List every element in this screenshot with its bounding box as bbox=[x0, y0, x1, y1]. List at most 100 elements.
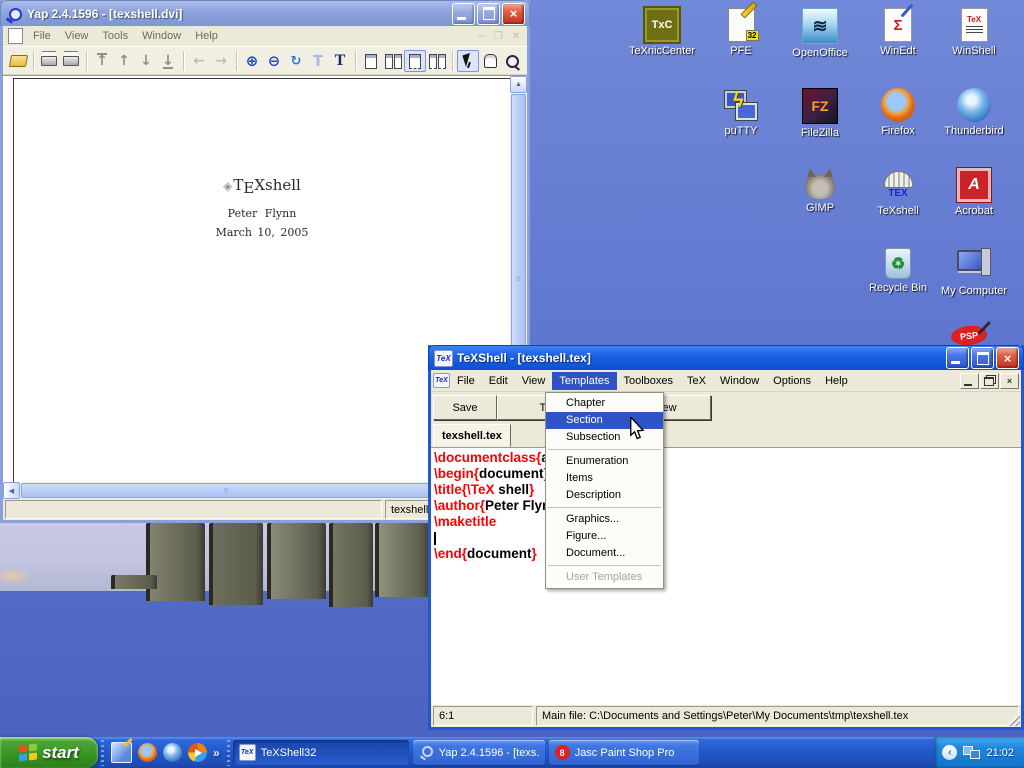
select-tool-icon[interactable] bbox=[457, 50, 479, 72]
desktop-icon-pfe[interactable]: 32PFE bbox=[705, 8, 777, 57]
minimize-icon bbox=[951, 361, 960, 364]
taskbar-divider bbox=[101, 740, 104, 766]
menu-separator bbox=[548, 449, 661, 450]
task-button-texshell[interactable]: TeXTeXShell32 bbox=[233, 740, 409, 765]
menu-tools[interactable]: Tools bbox=[95, 27, 135, 45]
desktop-icon-gimp[interactable]: GIMP bbox=[784, 168, 856, 214]
forward-icon[interactable] bbox=[210, 50, 232, 72]
tray-chevron-button[interactable]: ‹ bbox=[942, 745, 957, 760]
text-mode-icon[interactable] bbox=[329, 50, 351, 72]
minimize-button[interactable] bbox=[452, 3, 475, 25]
mdi-close-button[interactable]: × bbox=[1000, 373, 1019, 389]
menu-toolboxes[interactable]: Toolboxes bbox=[617, 372, 681, 390]
desktop-icon-acrobat[interactable]: AAcrobat bbox=[938, 168, 1010, 217]
code-segment: \author{ bbox=[434, 498, 485, 513]
desktop-icon-winedt[interactable]: ΣWinEdt bbox=[862, 8, 934, 57]
menu-separator bbox=[548, 565, 661, 566]
yap-titlebar[interactable]: Yap 2.4.1596 - [texshell.dvi] × bbox=[0, 0, 530, 26]
menu-item-figure[interactable]: Figure... bbox=[546, 528, 663, 545]
desktop-icon-texshell[interactable]: TEXTeXshell bbox=[862, 168, 934, 217]
desktop-icon-texniccenter[interactable]: TxCTeXnicCenter bbox=[626, 8, 698, 57]
menu-item-chapter[interactable]: Chapter bbox=[546, 395, 663, 412]
task-button-psp[interactable]: 8Jasc Paint Shop Pro bbox=[549, 740, 699, 765]
menu-item-user-templates[interactable]: User Templates bbox=[546, 569, 663, 586]
show-desktop-quicklaunch-icon[interactable] bbox=[111, 742, 132, 763]
network-tray-icon[interactable] bbox=[963, 746, 980, 759]
magnifier-tool-icon[interactable] bbox=[501, 50, 523, 72]
menu-window[interactable]: Window bbox=[713, 372, 766, 390]
texshell-logo-icon: ◈ bbox=[223, 179, 232, 193]
scroll-left-button[interactable]: ◀ bbox=[3, 482, 20, 499]
quicklaunch-overflow-chevron[interactable]: » bbox=[213, 746, 220, 760]
open-icon[interactable] bbox=[7, 50, 29, 72]
toolbar-group bbox=[457, 50, 523, 72]
continuous-icon[interactable] bbox=[404, 50, 426, 72]
desktop-icon-openoffice[interactable]: ≋OpenOffice bbox=[784, 8, 856, 59]
prev-page-icon[interactable] bbox=[113, 50, 135, 72]
print-icon[interactable] bbox=[38, 50, 60, 72]
desktop-icon-firefox[interactable]: Firefox bbox=[862, 88, 934, 137]
texshell-titlebar[interactable]: TeX TeXShell - [texshell.tex] × bbox=[428, 345, 1024, 370]
mdi-restore-button[interactable] bbox=[980, 373, 999, 389]
maximize-button[interactable] bbox=[477, 3, 500, 25]
menu-templates[interactable]: Templates bbox=[552, 372, 616, 390]
minimize-button[interactable] bbox=[946, 347, 969, 369]
menu-help[interactable]: Help bbox=[818, 372, 855, 390]
menu-item-graphics[interactable]: Graphics... bbox=[546, 511, 663, 528]
menu-file[interactable]: File bbox=[26, 27, 58, 45]
media-player-quicklaunch-icon[interactable] bbox=[188, 743, 207, 762]
menu-item-items[interactable]: Items bbox=[546, 470, 663, 487]
maximize-button[interactable] bbox=[971, 347, 994, 369]
desktop-icon-mycomputer[interactable]: My Computer bbox=[938, 248, 1010, 297]
print-setup-icon[interactable] bbox=[60, 50, 82, 72]
desktop-icon-putty[interactable]: ϟpuTTY bbox=[705, 88, 777, 137]
single-page-icon[interactable] bbox=[360, 50, 382, 72]
texshell-icon: TEX bbox=[881, 168, 915, 202]
icon-glyph: TEX bbox=[888, 188, 907, 199]
menu-window[interactable]: Window bbox=[135, 27, 188, 45]
zoom-in-icon[interactable] bbox=[241, 50, 263, 72]
facing-pages-icon[interactable] bbox=[382, 50, 404, 72]
close-button[interactable]: × bbox=[996, 347, 1019, 369]
menu-help[interactable]: Help bbox=[188, 27, 225, 45]
menu-item-enumeration[interactable]: Enumeration bbox=[546, 453, 663, 470]
desktop-icon-recyclebin[interactable]: ♻Recycle Bin bbox=[862, 248, 934, 294]
yap-dvi-doc-icon bbox=[8, 28, 23, 44]
last-page-icon[interactable] bbox=[157, 50, 179, 72]
desktop-icon-filezilla[interactable]: FZFileZilla bbox=[784, 88, 856, 139]
back-icon[interactable] bbox=[188, 50, 210, 72]
menu-item-document[interactable]: Document... bbox=[546, 545, 663, 562]
hand-tool-icon[interactable] bbox=[479, 50, 501, 72]
menu-view[interactable]: View bbox=[58, 27, 96, 45]
menu-view[interactable]: View bbox=[515, 372, 553, 390]
editor-tab-texshell[interactable]: texshell.tex bbox=[433, 424, 511, 447]
start-button[interactable]: start bbox=[0, 737, 98, 768]
thunderbird-quicklaunch-icon[interactable] bbox=[163, 743, 182, 762]
menu-options[interactable]: Options bbox=[766, 372, 818, 390]
editor-line: \documentclass{article} bbox=[434, 450, 1021, 466]
zoom-out-icon[interactable] bbox=[263, 50, 285, 72]
resize-grip[interactable] bbox=[1007, 713, 1020, 726]
continuous-facing-icon[interactable] bbox=[426, 50, 448, 72]
scroll-up-button[interactable]: ▲ bbox=[510, 76, 527, 93]
refresh-icon[interactable] bbox=[285, 50, 307, 72]
mdi-minimize-button[interactable] bbox=[960, 373, 979, 389]
menu-item-description[interactable]: Description bbox=[546, 487, 663, 504]
desktop-icon-thunderbird[interactable]: Thunderbird bbox=[938, 88, 1010, 137]
horizontal-scroll-thumb[interactable] bbox=[21, 483, 431, 498]
texshell-window-controls: × bbox=[944, 347, 1019, 369]
desktop-icon-winshell[interactable]: TeXWinShell bbox=[938, 8, 1010, 57]
firefox-icon bbox=[881, 88, 915, 122]
first-page-icon[interactable] bbox=[91, 50, 113, 72]
close-button[interactable]: × bbox=[502, 3, 525, 25]
menu-edit[interactable]: Edit bbox=[482, 372, 515, 390]
task-button-yap[interactable]: Yap 2.4.1596 - [texs... bbox=[413, 740, 545, 765]
latex-editor[interactable]: \documentclass{article}\begin{document}\… bbox=[431, 447, 1021, 705]
firefox-quicklaunch-icon[interactable] bbox=[138, 743, 157, 762]
save-button[interactable]: Save bbox=[433, 395, 497, 420]
code-segment: \title{\TeX bbox=[434, 482, 495, 497]
next-page-icon[interactable] bbox=[135, 50, 157, 72]
menu-file[interactable]: File bbox=[450, 372, 482, 390]
text-outline-icon[interactable] bbox=[307, 50, 329, 72]
menu-tex[interactable]: TeX bbox=[680, 372, 713, 390]
